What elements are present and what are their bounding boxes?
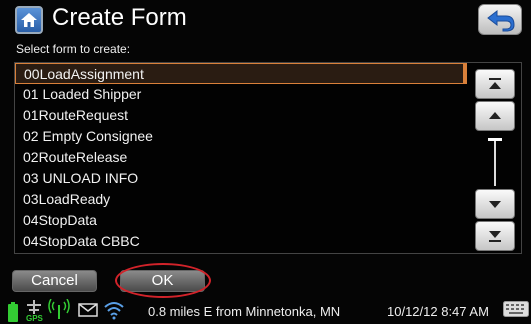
- scroll-track[interactable]: [494, 140, 496, 186]
- title-bar: Create Form: [0, 0, 531, 38]
- form-list-panel: 00LoadAssignment 01 Loaded Shipper 01Route…: [14, 62, 522, 254]
- battery-icon: [8, 302, 18, 322]
- home-icon: [21, 13, 37, 27]
- form-list-item[interactable]: 04StopData CBBC: [15, 231, 467, 252]
- list-scrollbar[interactable]: [469, 63, 521, 253]
- scroll-thumb[interactable]: [488, 138, 502, 141]
- page-title: Create Form: [52, 4, 187, 31]
- cancel-button[interactable]: Cancel: [12, 270, 97, 292]
- ok-highlight-annotation: [115, 263, 211, 298]
- scroll-up-button[interactable]: [475, 101, 515, 131]
- form-list-item[interactable]: 01RouteRequest: [15, 105, 467, 126]
- location-text: 0.8 miles E from Minnetonka, MN: [148, 304, 341, 319]
- scroll-down-button[interactable]: [475, 189, 515, 219]
- wifi-icon: [104, 302, 124, 320]
- antenna-icon: [48, 299, 70, 319]
- form-list: 00LoadAssignment 01 Loaded Shipper 01Route…: [15, 63, 467, 252]
- scroll-down-icon: [489, 201, 501, 208]
- home-button[interactable]: [15, 6, 43, 34]
- form-list-item[interactable]: 03LoadReady: [15, 189, 467, 210]
- form-list-item[interactable]: 03 UNLOAD INFO: [15, 168, 467, 189]
- scroll-to-top-icon: [489, 78, 501, 89]
- form-list-item[interactable]: 01 Loaded Shipper: [15, 84, 467, 105]
- scroll-to-bottom-icon: [489, 231, 501, 242]
- form-list-item[interactable]: 04StopData: [15, 210, 467, 231]
- back-arrow-icon: [487, 9, 515, 32]
- datetime-text: 10/12/12 8:47 AM: [387, 304, 489, 319]
- form-list-item[interactable]: 02 Empty Consignee: [15, 126, 467, 147]
- form-list-item[interactable]: 00LoadAssignment: [15, 63, 467, 84]
- select-form-prompt: Select form to create:: [16, 42, 131, 56]
- scroll-to-top-button[interactable]: [475, 69, 515, 99]
- form-list-item[interactable]: 02RouteRelease: [15, 147, 467, 168]
- gps-label: GPS: [26, 314, 43, 323]
- back-button[interactable]: [478, 4, 522, 35]
- create-form-screen: Create Form Select form to create: 00Loa…: [0, 0, 531, 324]
- scroll-to-bottom-button[interactable]: [475, 221, 515, 251]
- gps-icon: [27, 300, 41, 314]
- scroll-up-icon: [489, 112, 501, 119]
- mail-icon: [78, 303, 98, 317]
- keyboard-icon[interactable]: [503, 301, 529, 317]
